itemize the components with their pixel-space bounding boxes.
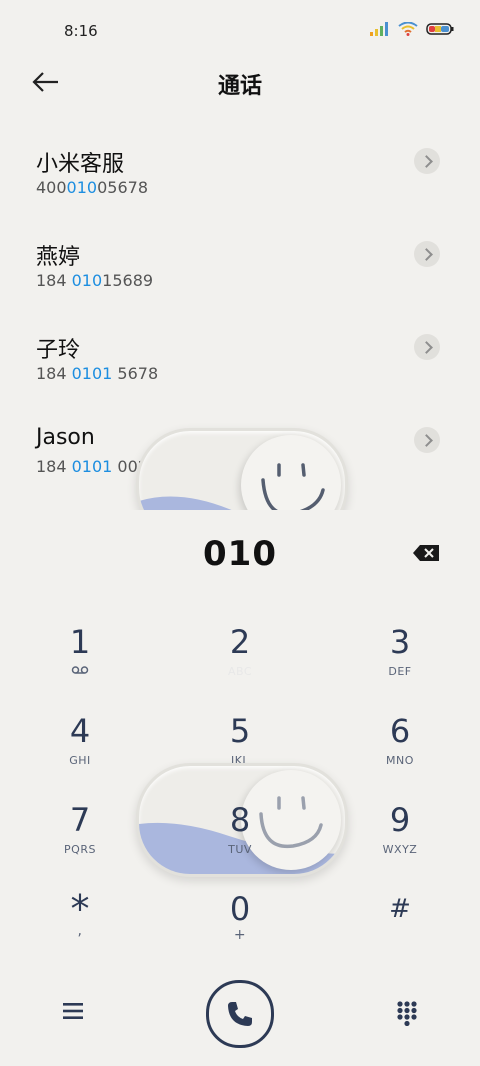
header: 通话 [0, 60, 480, 106]
contact-item[interactable]: 燕婷 184 01015689 [0, 221, 480, 301]
key-9[interactable]: 9 WXYZ [340, 800, 460, 880]
key-digit: 2 [229, 623, 251, 661]
contact-name: 小米客服 [36, 152, 125, 177]
contact-number: 184 0101 5678 [36, 364, 159, 383]
key-letters: GHI [69, 754, 91, 767]
page-title: 通话 [217, 74, 262, 99]
key-digit: 1 [69, 623, 91, 661]
voicemail-icon [20, 665, 140, 678]
key-2[interactable]: 2 ABC [180, 622, 300, 702]
key-letters: DEF [388, 665, 412, 678]
wifi-icon [398, 22, 418, 36]
call-button[interactable] [206, 980, 274, 1048]
key-letters: MNO [386, 754, 414, 767]
dial-display: 010 [0, 530, 480, 580]
key-digit: 0 [229, 890, 251, 928]
key-8[interactable]: 8 TUV [180, 800, 300, 880]
key-digit: 9 [389, 801, 411, 839]
key-digit: 7 [69, 801, 91, 839]
key-3[interactable]: 3 DEF [340, 622, 460, 702]
signal-icon [370, 22, 388, 36]
backspace-icon[interactable] [412, 544, 440, 562]
key-7[interactable]: 7 PQRS [20, 800, 140, 880]
contact-item[interactable]: 小米客服 40001005678 [0, 128, 480, 208]
contact-number: 184 01015689 [36, 271, 154, 290]
toggle-knob [241, 435, 341, 510]
key-0[interactable]: 0 + [180, 889, 300, 969]
dialpad-icon[interactable] [396, 1000, 418, 1026]
menu-icon[interactable] [62, 1002, 84, 1020]
key-letters: , [77, 923, 83, 939]
key-digit: 8 [229, 801, 251, 839]
contact-name: 燕婷 [36, 245, 81, 270]
battery-icon [426, 23, 454, 35]
contact-number: 40001005678 [36, 178, 148, 197]
bottom-bar [0, 976, 480, 1056]
key-star[interactable]: * , [20, 889, 140, 969]
status-time: 8:16 [64, 22, 98, 40]
status-bar: 8:16 [0, 0, 480, 60]
key-digit: 6 [389, 712, 411, 750]
chevron-right-icon[interactable] [414, 241, 440, 267]
chevron-right-icon[interactable] [414, 148, 440, 174]
key-1[interactable]: 1 [20, 622, 140, 702]
key-letters: ABC [227, 665, 253, 678]
floating-widget-clip [0, 420, 480, 510]
key-digit: 5 [229, 712, 251, 750]
chevron-right-icon[interactable] [414, 334, 440, 360]
key-6[interactable]: 6 MNO [340, 711, 460, 791]
key-letters: + [233, 927, 247, 943]
dialed-number: 010 [203, 534, 277, 574]
key-4[interactable]: 4 GHI [20, 711, 140, 791]
key-letters: TUV [228, 843, 252, 856]
contact-item[interactable]: 子玲 184 0101 5678 [0, 314, 480, 394]
key-hash[interactable]: # [340, 889, 460, 969]
smiley-icon [261, 463, 325, 510]
key-digit: 4 [69, 712, 91, 750]
key-letters: PQRS [64, 843, 96, 856]
contact-name: 子玲 [36, 338, 81, 363]
key-letters: WXYZ [382, 843, 418, 856]
key-digit: 3 [389, 623, 411, 661]
status-icons [370, 22, 454, 36]
smiley-toggle-widget[interactable] [136, 428, 348, 510]
phone-icon [228, 1002, 252, 1026]
key-digit: # [389, 894, 411, 924]
